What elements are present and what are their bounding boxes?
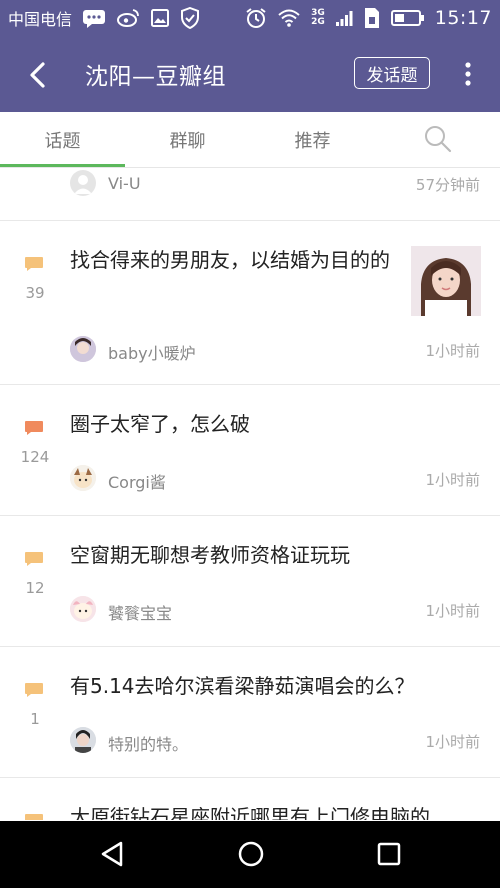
topic-title[interactable]: 找合得来的男朋友，以结婚为目的的 xyxy=(70,243,390,277)
tab-recommend[interactable]: 推荐 xyxy=(250,112,375,167)
post-topic-button[interactable]: 发话题 xyxy=(354,57,430,89)
carrier-label: 中国电信 xyxy=(8,10,73,29)
reply-count: 1 xyxy=(30,710,40,728)
reply-count: 39 xyxy=(25,284,45,302)
sim-icon xyxy=(363,7,381,29)
author-name: Corgi酱 xyxy=(108,473,166,492)
status-bar: 中国电信 3G 2G 15:17 xyxy=(0,0,500,36)
home-circle-icon[interactable] xyxy=(236,839,266,869)
clock-time: 15:17 xyxy=(434,7,492,29)
topic-row[interactable]: 124 圈子太窄了，怎么破 Corgi酱 1小时前 xyxy=(0,385,500,516)
avatar xyxy=(70,336,96,362)
topic-list: Vi-U 57分钟前 39 找合得来的男朋友，以结婚为目的的 baby小暖炉 1… xyxy=(0,168,500,820)
group-title: 沈阳—豆瓣组 xyxy=(85,64,226,90)
avatar xyxy=(70,170,96,196)
author-name: baby小暖炉 xyxy=(108,344,196,363)
comment-icon xyxy=(24,813,44,820)
tab-bar: 话题 群聊 推荐 xyxy=(0,112,500,168)
shield-icon xyxy=(180,7,200,29)
topic-title[interactable]: 大原街钻石星座附近哪里有上门修电脑的 xyxy=(70,800,490,820)
post-time: 1小时前 xyxy=(425,602,480,620)
author-name: 饕餮宝宝 xyxy=(108,604,173,623)
author-name: Vi-U xyxy=(108,174,141,193)
topic-row[interactable]: 39 找合得来的男朋友，以结婚为目的的 baby小暖炉 1小时前 xyxy=(0,221,500,385)
topic-row[interactable]: Vi-U 57分钟前 xyxy=(0,168,500,221)
weibo-icon xyxy=(116,8,140,28)
back-triangle-icon[interactable] xyxy=(97,839,127,869)
topic-title[interactable]: 有5.14去哈尔滨看梁静茹演唱会的么？ xyxy=(70,669,490,703)
reply-count: 12 xyxy=(25,579,45,597)
topic-thumbnail[interactable] xyxy=(411,246,481,316)
signal-icon xyxy=(335,9,353,27)
tab-topics[interactable]: 话题 xyxy=(0,112,125,167)
avatar xyxy=(70,465,96,491)
comment-icon xyxy=(24,551,44,567)
tab-indicator xyxy=(0,164,125,167)
battery-icon xyxy=(390,9,425,27)
network-type-icon: 3G 2G xyxy=(311,8,325,27)
back-arrow-icon[interactable] xyxy=(22,58,56,92)
wifi-icon xyxy=(277,8,301,28)
reply-count: 124 xyxy=(20,448,50,466)
comment-icon xyxy=(24,420,44,436)
topic-row[interactable]: 12 空窗期无聊想考教师资格证玩玩 饕餮宝宝 1小时前 xyxy=(0,516,500,647)
topic-title[interactable]: 圈子太窄了，怎么破 xyxy=(70,407,450,441)
avatar xyxy=(70,727,96,753)
comment-icon xyxy=(24,682,44,698)
avatar xyxy=(70,596,96,622)
post-time: 1小时前 xyxy=(425,471,480,489)
more-options-icon[interactable] xyxy=(456,58,480,92)
post-time: 1小时前 xyxy=(425,342,480,360)
message-icon xyxy=(82,8,106,28)
topic-title[interactable]: 空窗期无聊想考教师资格证玩玩 xyxy=(70,538,470,572)
app-bar: 沈阳—豆瓣组 发话题 xyxy=(0,36,500,112)
gallery-icon xyxy=(150,8,170,28)
tab-group-chat[interactable]: 群聊 xyxy=(125,112,250,167)
search-icon[interactable] xyxy=(423,124,453,154)
post-time: 1小时前 xyxy=(425,733,480,751)
alarm-icon xyxy=(245,7,267,29)
topic-row[interactable]: 1 有5.14去哈尔滨看梁静茹演唱会的么？ 特别的特。 1小时前 xyxy=(0,647,500,778)
system-nav-bar xyxy=(0,821,500,888)
author-name: 特别的特。 xyxy=(108,735,189,754)
recents-square-icon[interactable] xyxy=(374,839,404,869)
comment-icon xyxy=(24,256,44,272)
post-time: 57分钟前 xyxy=(415,176,480,194)
topic-row[interactable]: 大原街钻石星座附近哪里有上门修电脑的 xyxy=(0,778,500,820)
